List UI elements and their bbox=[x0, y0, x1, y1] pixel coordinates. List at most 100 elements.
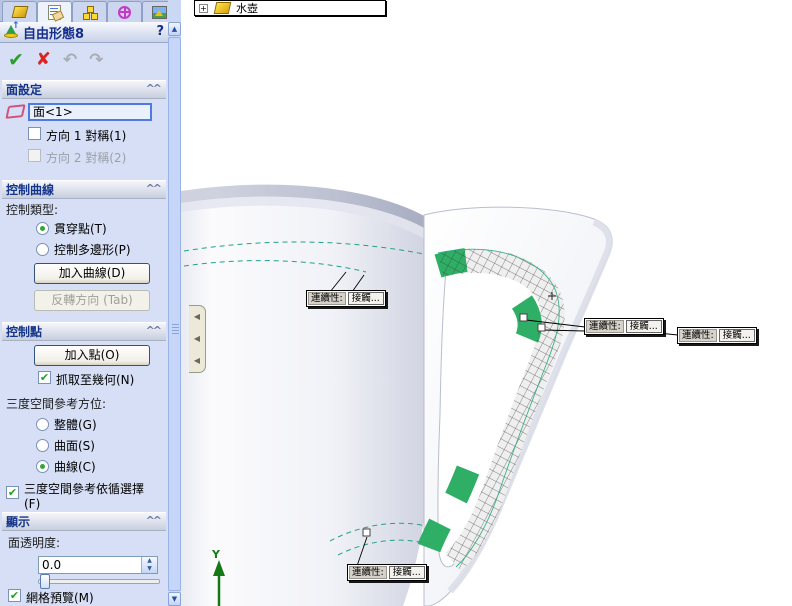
radio-label: 整體(G) bbox=[54, 418, 97, 432]
face-selection-list[interactable]: 面<1> bbox=[28, 103, 152, 121]
manager-tab-bar bbox=[0, 0, 181, 23]
freeform-feature-icon: ↑ bbox=[3, 21, 20, 40]
transparency-slider-track[interactable] bbox=[38, 579, 160, 584]
checkbox-snap-to-geometry[interactable]: 抓取至幾何(N) bbox=[38, 371, 134, 388]
checkbox-icon bbox=[28, 149, 41, 162]
undo-button[interactable]: ↶ bbox=[63, 51, 77, 69]
radio-surface[interactable]: 曲面(S) bbox=[36, 437, 95, 454]
continuity-value-button[interactable]: 接觸... bbox=[347, 292, 384, 305]
configuration-manager-icon bbox=[83, 5, 98, 20]
continuity-label: 連續性: bbox=[679, 329, 717, 342]
triad-orientation-label: 三度空間參考方位: bbox=[6, 397, 107, 411]
continuity-value-button[interactable]: 接觸... bbox=[388, 566, 425, 579]
radio-control-polygon[interactable]: 控制多邊形(P) bbox=[36, 241, 131, 258]
continuity-label: 連續性: bbox=[586, 320, 624, 333]
checkbox-label: 網格預覽(M) bbox=[26, 591, 94, 605]
panel-title: 自由形態8 bbox=[23, 26, 85, 42]
collapse-chevron-icon[interactable]: ^^ bbox=[146, 514, 163, 527]
radio-label: 控制多邊形(P) bbox=[54, 243, 131, 257]
collapse-arrow-icon: ◀ bbox=[193, 334, 201, 343]
radio-label: 曲線(C) bbox=[54, 460, 96, 474]
collapse-chevron-icon[interactable]: ^^ bbox=[146, 82, 163, 95]
radio-icon bbox=[36, 222, 49, 235]
collapse-chevron-icon[interactable]: ^^ bbox=[146, 324, 163, 337]
continuity-callout-4[interactable]: 連續性: 接觸... bbox=[347, 564, 427, 581]
continuity-callout-1[interactable]: 連續性: 接觸... bbox=[306, 290, 386, 307]
section-control-curves[interactable]: 控制曲線 ^^ bbox=[2, 180, 166, 199]
scroll-up-button[interactable]: ▲ bbox=[168, 22, 181, 36]
checkbox-label: 抓取至幾何(N) bbox=[56, 373, 135, 387]
transparency-spinner[interactable]: 0.0 ▲ ▼ bbox=[38, 556, 158, 574]
checkbox-mesh-preview[interactable]: 網格預覽(M) bbox=[8, 589, 94, 606]
display-manager-icon bbox=[152, 5, 167, 19]
section-title: 顯示 bbox=[6, 515, 31, 529]
collapse-chevron-icon[interactable]: ^^ bbox=[146, 182, 163, 195]
tab-feature-manager[interactable] bbox=[2, 1, 37, 22]
panel-scrollbar[interactable]: ▲ ▼ bbox=[168, 0, 181, 606]
continuity-callout-3[interactable]: 連續性: 接觸... bbox=[677, 327, 757, 344]
radio-icon bbox=[36, 460, 49, 473]
continuity-value-button[interactable]: 接觸... bbox=[718, 329, 755, 342]
tree-item-label[interactable]: 水壺 bbox=[236, 0, 258, 16]
transparency-value[interactable]: 0.0 bbox=[42, 558, 61, 572]
spinner-arrows-icon[interactable]: ▲ ▼ bbox=[141, 557, 157, 573]
continuity-callout-2[interactable]: 連續性: 接觸... bbox=[584, 318, 664, 335]
checkbox-direction2-symmetry: 方向 2 對稱(2) bbox=[28, 149, 126, 166]
checkbox-triad-follows-selection[interactable]: 三度空間參考依循選擇 (F) bbox=[6, 480, 144, 511]
checkbox-icon bbox=[28, 127, 41, 140]
ok-button[interactable]: ✔ bbox=[8, 50, 24, 70]
checkbox-label: 方向 2 對稱(2) bbox=[46, 151, 127, 165]
part-icon bbox=[213, 2, 232, 14]
radio-through-points[interactable]: 貫穿點(T) bbox=[36, 220, 107, 237]
panel-title-bar: ↑ 自由形態8 ? bbox=[0, 21, 168, 43]
redo-button[interactable]: ↷ bbox=[89, 51, 103, 69]
tree-expander[interactable]: + bbox=[199, 3, 208, 13]
scrollbar-thumb[interactable] bbox=[168, 37, 181, 591]
tab-property-manager[interactable] bbox=[37, 1, 72, 23]
radio-icon bbox=[36, 418, 49, 431]
checkbox-icon bbox=[8, 589, 21, 602]
feature-manager-icon bbox=[11, 6, 28, 18]
continuity-label: 連續性: bbox=[349, 566, 387, 579]
section-control-points[interactable]: 控制點 ^^ bbox=[2, 322, 166, 341]
radio-icon bbox=[36, 243, 49, 256]
section-title: 控制曲線 bbox=[6, 183, 55, 197]
checkbox-direction1-symmetry[interactable]: 方向 1 對稱(1) bbox=[28, 127, 126, 144]
mug-body bbox=[181, 184, 435, 606]
cancel-button[interactable]: ✘ bbox=[36, 51, 51, 69]
collapse-arrow-icon: ◀ bbox=[193, 356, 201, 365]
continuity-label: 連續性: bbox=[308, 292, 346, 305]
control-type-label: 控制類型: bbox=[6, 203, 59, 217]
radio-global[interactable]: 整體(G) bbox=[36, 416, 97, 433]
dimxpert-icon bbox=[118, 5, 131, 19]
transparency-slider-thumb[interactable] bbox=[40, 574, 50, 589]
scroll-down-button[interactable]: ▼ bbox=[168, 592, 181, 606]
tab-dimxpert-manager[interactable] bbox=[107, 1, 142, 22]
section-title: 面設定 bbox=[6, 83, 43, 97]
action-buttons: ✔ ✘ ↶ ↷ bbox=[0, 46, 168, 74]
y-axis-label: Y bbox=[211, 548, 221, 561]
face-select-icon bbox=[5, 104, 26, 119]
radio-icon bbox=[36, 439, 49, 452]
panel-splitter-handle[interactable]: ◀ ◀ ◀ bbox=[189, 305, 206, 373]
help-button[interactable]: ? bbox=[156, 24, 164, 39]
checkbox-icon bbox=[6, 486, 19, 499]
section-face-settings[interactable]: 面設定 ^^ bbox=[2, 80, 166, 99]
property-manager-panel: ↑ 自由形態8 ? ✔ ✘ ↶ ↷ 面設定 ^^ 面<1> 方向 1 對稱(1)… bbox=[0, 0, 181, 606]
checkbox-label: 三度空間參考依循選擇 (F) bbox=[24, 482, 145, 511]
continuity-value-button[interactable]: 接觸... bbox=[625, 320, 662, 333]
add-point-button[interactable]: 加入點(O) bbox=[34, 345, 150, 366]
add-curve-button[interactable]: 加入曲線(D) bbox=[34, 263, 150, 284]
checkbox-label: 方向 1 對稱(1) bbox=[46, 129, 127, 143]
section-display[interactable]: 顯示 ^^ bbox=[2, 512, 166, 531]
feature-tree-flyout: + 水壺 bbox=[194, 0, 386, 16]
section-title: 控制點 bbox=[6, 325, 43, 339]
checkbox-icon bbox=[38, 371, 51, 384]
face-transparency-label: 面透明度: bbox=[8, 536, 61, 550]
property-manager-icon bbox=[48, 5, 65, 22]
radio-label: 貫穿點(T) bbox=[54, 222, 107, 236]
tab-configuration-manager[interactable] bbox=[72, 1, 107, 22]
radio-curve[interactable]: 曲線(C) bbox=[36, 458, 96, 475]
collapse-arrow-icon: ◀ bbox=[193, 312, 201, 321]
radio-label: 曲面(S) bbox=[54, 439, 95, 453]
